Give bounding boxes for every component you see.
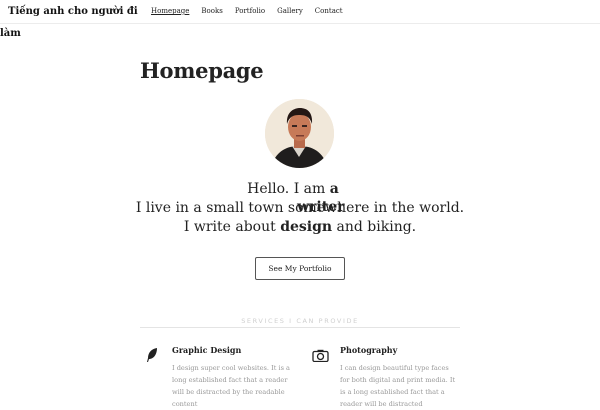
intro-line3-pre: I write about	[183, 219, 281, 235]
nav-item-homepage[interactable]: Homepage	[151, 7, 189, 15]
nav-item-books[interactable]: Books	[201, 7, 222, 15]
divider	[140, 327, 460, 328]
portrait-image	[265, 99, 334, 168]
intro-line3-post: and biking.	[332, 219, 417, 235]
service-title: Graphic Design	[172, 345, 242, 355]
main-nav: Homepage Books Portfolio Gallery Contact	[151, 7, 355, 15]
service-description: I design super cool websites. It is a lo…	[172, 364, 290, 408]
services-heading: SERVICES I CAN PROVIDE	[140, 317, 460, 325]
nav-item-portfolio[interactable]: Portfolio	[235, 7, 265, 15]
service-photography: Photography I can design beautiful type …	[340, 345, 460, 410]
service-graphic-design: Graphic Design I design super cool websi…	[172, 345, 292, 410]
feather-icon	[147, 348, 157, 362]
top-bar: Tiếng anh cho người đi Homepage Books Po…	[0, 0, 600, 24]
nav-item-contact[interactable]: Contact	[315, 7, 343, 15]
intro-role-rotating: writer	[297, 199, 345, 215]
avatar	[265, 99, 334, 168]
site-title-overflow[interactable]: làm	[0, 28, 21, 39]
page-title: Homepage	[140, 58, 264, 84]
intro-text: Hello. I am a I live in a small town som…	[100, 180, 500, 237]
site-title[interactable]: Tiếng anh cho người đi	[8, 5, 163, 19]
camera-icon	[312, 349, 329, 362]
service-title: Photography	[340, 345, 398, 355]
see-portfolio-button[interactable]: See My Portfolio	[255, 257, 345, 280]
intro-topic: design	[280, 219, 333, 235]
intro-role-a: a	[329, 181, 339, 197]
services-heading-text: SERVICES I CAN PROVIDE	[235, 317, 365, 325]
service-description: I can design beautiful type faces for bo…	[340, 364, 456, 408]
intro-hello: Hello. I am	[247, 181, 330, 197]
nav-item-gallery[interactable]: Gallery	[277, 7, 303, 15]
